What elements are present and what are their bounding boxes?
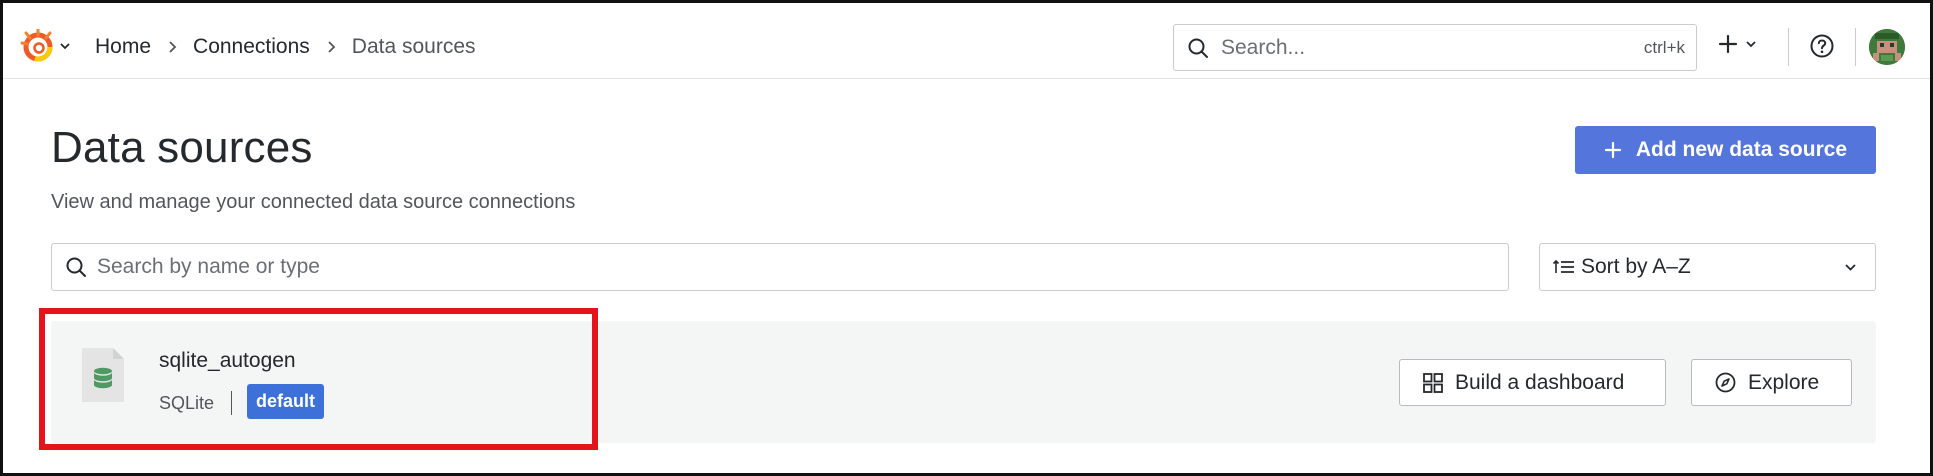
breadcrumb: Home Connections Data sources xyxy=(95,33,476,61)
sort-ascending-icon xyxy=(1553,258,1575,276)
global-search-input[interactable]: Search... ctrl+k xyxy=(1173,24,1697,71)
chevron-down-icon xyxy=(1746,41,1756,48)
breadcrumb-connections[interactable]: Connections xyxy=(193,35,310,59)
toolbar-divider xyxy=(1855,28,1856,66)
breadcrumb-home[interactable]: Home xyxy=(95,35,151,59)
plus-icon xyxy=(1604,141,1621,159)
meta-divider xyxy=(231,391,232,415)
explore-label: Explore xyxy=(1748,370,1820,394)
chevron-down-icon[interactable] xyxy=(59,42,71,50)
chevron-right-icon xyxy=(326,40,336,54)
build-dashboard-label: Build a dashboard xyxy=(1455,370,1625,394)
grafana-logo-icon[interactable] xyxy=(18,29,58,63)
add-new-data-source-label: Add new data source xyxy=(1635,138,1848,161)
explore-button[interactable]: Explore xyxy=(1691,359,1852,406)
top-nav-bar: Home Connections Data sources Search... … xyxy=(3,3,1930,79)
plus-icon xyxy=(1718,34,1738,54)
chevron-down-icon xyxy=(1844,263,1857,272)
page-title: Data sources xyxy=(51,123,313,172)
data-source-name[interactable]: sqlite_autogen xyxy=(159,349,296,373)
global-search-placeholder: Search... xyxy=(1221,35,1306,59)
page-subtitle: View and manage your connected data sour… xyxy=(51,191,576,213)
data-source-card[interactable]: sqlite_autogen SQLite default Build a da… xyxy=(51,321,1876,443)
keyboard-shortcut-hint: ctrl+k xyxy=(1643,37,1685,57)
data-source-search-placeholder: Search by name or type xyxy=(97,255,320,278)
sqlite-database-icon xyxy=(82,348,124,402)
help-button[interactable] xyxy=(1809,33,1835,64)
help-icon xyxy=(1810,34,1834,58)
sort-select-value: Sort by A–Z xyxy=(1581,255,1691,278)
search-icon xyxy=(1187,37,1209,59)
app-window: Home Connections Data sources Search... … xyxy=(0,0,1933,476)
toolbar-divider xyxy=(1788,28,1789,66)
new-menu-button[interactable] xyxy=(1717,33,1757,55)
sort-select[interactable]: Sort by A–Z xyxy=(1539,243,1876,291)
chevron-right-icon xyxy=(167,40,177,54)
add-new-data-source-button[interactable]: Add new data source xyxy=(1575,126,1876,174)
avatar[interactable] xyxy=(1869,29,1905,65)
default-badge: default xyxy=(247,384,325,419)
data-source-type: SQLite xyxy=(159,393,215,413)
search-icon xyxy=(65,256,87,278)
compass-icon xyxy=(1715,372,1736,393)
apps-grid-icon xyxy=(1423,372,1443,393)
breadcrumb-data-sources: Data sources xyxy=(351,35,476,58)
build-dashboard-button[interactable]: Build a dashboard xyxy=(1399,359,1666,406)
data-source-search-input[interactable]: Search by name or type xyxy=(51,243,1509,291)
